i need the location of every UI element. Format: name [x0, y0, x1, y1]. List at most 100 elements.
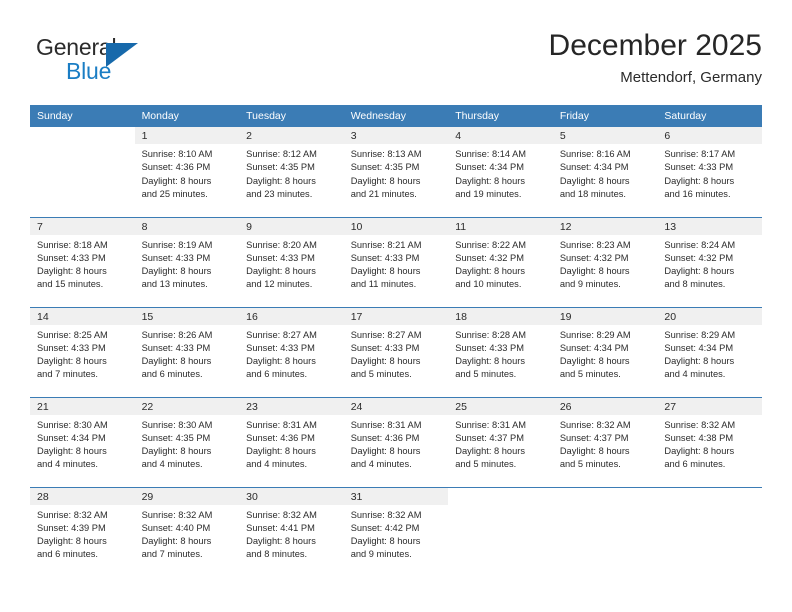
day-details: Sunrise: 8:13 AM Sunset: 4:35 PM Daylight:… [344, 144, 449, 201]
calendar-day-cell[interactable]: 18 Sunrise: 8:28 AM Sunset: 4:33 PM Dayligh… [448, 306, 553, 397]
day-daylight-text: and 19 minutes. [455, 188, 522, 199]
day-daylight-text: and 13 minutes. [141, 279, 208, 290]
calendar-day-cell[interactable]: 9 Sunrise: 8:20 AM Sunset: 4:33 PM Daylight… [239, 216, 344, 307]
calendar-day-cell[interactable]: 21 Sunrise: 8:30 AM Sunset: 4:34 PM Dayligh… [30, 396, 135, 487]
calendar-day-cell[interactable]: 8 Sunrise: 8:19 AM Sunset: 4:33 PM Daylight… [134, 216, 240, 307]
calendar-day-cell[interactable]: 22 Sunrise: 8:30 AM Sunset: 4:35 PM Dayligh… [134, 396, 240, 487]
day-number: 25 [448, 397, 553, 415]
calendar-day-cell[interactable]: 12 Sunrise: 8:23 AM Sunset: 4:32 PM Dayligh… [552, 216, 658, 307]
calendar-day-cell[interactable]: 11 Sunrise: 8:22 AM Sunset: 4:32 PM Dayligh… [448, 216, 553, 307]
day-details: Sunrise: 8:20 AM Sunset: 4:33 PM Daylight:… [239, 235, 344, 292]
calendar-day-cell-empty [552, 486, 658, 577]
day-daylight-text: Daylight: 8 hours [664, 175, 735, 186]
calendar-page: General Blue December 2025 Mettendorf, G… [0, 0, 792, 612]
day-daylight-text: and 8 minutes. [664, 279, 726, 290]
calendar-header-row: Sunday Monday Tuesday Wednesday Thursday… [30, 105, 762, 127]
page-title: December 2025 [548, 29, 762, 62]
day-sunset-text: Sunset: 4:37 PM [559, 432, 629, 443]
calendar-day-cell[interactable]: 28 Sunrise: 8:32 AM Sunset: 4:39 PM Dayligh… [30, 486, 135, 577]
day-daylight-text: Daylight: 8 hours [350, 446, 421, 457]
day-number: 11 [448, 217, 553, 235]
day-number: 8 [134, 217, 240, 235]
day-sunrise-text: Sunrise: 8:30 AM [37, 419, 108, 430]
page-header: General Blue December 2025 Mettendorf, G… [30, 28, 762, 98]
calendar-day-cell[interactable]: 5 Sunrise: 8:16 AM Sunset: 4:34 PM Daylight… [552, 127, 658, 217]
day-details: Sunrise: 8:12 AM Sunset: 4:35 PM Daylight:… [239, 144, 344, 201]
day-sunset-text: Sunset: 4:39 PM [37, 522, 106, 533]
day-number: 19 [552, 307, 658, 325]
day-sunset-text: Sunset: 4:33 PM [246, 252, 315, 263]
calendar-day-cell[interactable]: 10 Sunrise: 8:21 AM Sunset: 4:33 PM Dayligh… [343, 216, 449, 307]
calendar-day-cell[interactable]: 2 Sunrise: 8:12 AM Sunset: 4:35 PM Daylight… [239, 127, 344, 217]
calendar-day-cell[interactable]: 1 Sunrise: 8:10 AM Sunset: 4:36 PM Daylight… [134, 127, 240, 217]
day-sunset-text: Sunset: 4:34 PM [559, 162, 629, 173]
day-daylight-text: Daylight: 8 hours [559, 356, 630, 367]
calendar-day-cell[interactable]: 27 Sunrise: 8:32 AM Sunset: 4:38 PM Dayligh… [657, 396, 762, 487]
day-sunrise-text: Sunrise: 8:10 AM [141, 149, 213, 159]
calendar-day-cell[interactable]: 3 Sunrise: 8:13 AM Sunset: 4:35 PM Daylight… [343, 127, 449, 217]
day-daylight-text: and 5 minutes. [559, 459, 621, 470]
day-sunset-text: Sunset: 4:33 PM [246, 342, 315, 353]
calendar-day-cell[interactable]: 26 Sunrise: 8:32 AM Sunset: 4:37 PM Dayligh… [552, 396, 658, 487]
day-daylight-text: Daylight: 8 hours [455, 266, 526, 277]
day-sunset-text: Sunset: 4:35 PM [246, 162, 315, 173]
calendar-day-cell[interactable]: 19 Sunrise: 8:29 AM Sunset: 4:34 PM Dayligh… [552, 306, 658, 397]
calendar-day-cell[interactable]: 16 Sunrise: 8:27 AM Sunset: 4:33 PM Dayligh… [239, 306, 344, 397]
calendar-day-cell[interactable]: 6 Sunrise: 8:17 AM Sunset: 4:33 PM Daylight… [657, 127, 762, 217]
day-number: 16 [239, 307, 344, 325]
day-number: 14 [30, 307, 135, 325]
day-sunrise-text: Sunrise: 8:16 AM [559, 149, 631, 159]
day-daylight-text: and 9 minutes. [350, 549, 412, 560]
calendar-day-cell[interactable]: 7 Sunrise: 8:18 AM Sunset: 4:33 PM Daylight… [30, 216, 135, 307]
day-sunset-text: Sunset: 4:34 PM [37, 432, 106, 443]
calendar-day-cell[interactable]: 25 Sunrise: 8:31 AM Sunset: 4:37 PM Dayligh… [448, 396, 553, 487]
calendar-day-cell[interactable]: 30 Sunrise: 8:32 AM Sunset: 4:41 PM Dayligh… [239, 486, 344, 577]
day-daylight-text: and 6 minutes. [37, 549, 98, 560]
day-number [552, 487, 658, 505]
day-number: 12 [552, 217, 658, 235]
calendar-day-cell[interactable]: 29 Sunrise: 8:32 AM Sunset: 4:40 PM Dayligh… [134, 486, 240, 577]
day-daylight-text: Daylight: 8 hours [246, 446, 316, 457]
day-details [448, 505, 553, 509]
day-details: Sunrise: 8:32 AM Sunset: 4:42 PM Daylight:… [344, 505, 449, 562]
general-blue-logo[interactable]: General Blue [36, 34, 166, 90]
day-daylight-text: and 4 minutes. [664, 369, 726, 380]
day-number: 18 [448, 307, 553, 325]
day-sunrise-text: Sunrise: 8:27 AM [246, 329, 317, 340]
day-sunrise-text: Sunrise: 8:17 AM [664, 149, 736, 159]
calendar-day-cell[interactable]: 14 Sunrise: 8:25 AM Sunset: 4:33 PM Dayligh… [30, 306, 135, 397]
day-sunrise-text: Sunrise: 8:22 AM [455, 239, 527, 250]
day-sunset-text: Sunset: 4:33 PM [37, 342, 106, 353]
page-subtitle: Mettendorf, Germany [620, 69, 762, 86]
day-daylight-text: Daylight: 8 hours [455, 175, 526, 186]
day-daylight-text: and 18 minutes. [559, 188, 626, 199]
day-daylight-text: Daylight: 8 hours [141, 356, 212, 367]
day-sunrise-text: Sunrise: 8:32 AM [37, 509, 108, 520]
calendar-day-cell[interactable]: 23 Sunrise: 8:31 AM Sunset: 4:36 PM Dayligh… [239, 396, 344, 487]
calendar-day-cell[interactable]: 13 Sunrise: 8:24 AM Sunset: 4:32 PM Dayligh… [657, 216, 762, 307]
day-number: 20 [657, 307, 762, 325]
calendar-week-row: 28 Sunrise: 8:32 AM Sunset: 4:39 PM Dayligh… [30, 486, 762, 577]
calendar-day-cell[interactable]: 4 Sunrise: 8:14 AM Sunset: 4:34 PM Daylight… [448, 127, 553, 217]
calendar-day-cell[interactable]: 20 Sunrise: 8:29 AM Sunset: 4:34 PM Dayligh… [657, 306, 762, 397]
day-sunrise-text: Sunrise: 8:32 AM [141, 509, 213, 520]
day-daylight-text: and 4 minutes. [246, 459, 308, 470]
logo-text-general: General [36, 34, 117, 60]
calendar-day-cell[interactable]: 15 Sunrise: 8:26 AM Sunset: 4:33 PM Dayligh… [134, 306, 240, 397]
day-details: Sunrise: 8:32 AM Sunset: 4:41 PM Daylight:… [239, 505, 344, 562]
calendar-week-row: 1 Sunrise: 8:10 AM Sunset: 4:36 PM Daylight… [30, 127, 762, 217]
day-sunset-text: Sunset: 4:34 PM [559, 342, 629, 353]
calendar-day-cell[interactable]: 17 Sunrise: 8:27 AM Sunset: 4:33 PM Dayligh… [343, 306, 449, 397]
day-details: Sunrise: 8:16 AM Sunset: 4:34 PM Daylight:… [553, 144, 658, 201]
day-daylight-text: Daylight: 8 hours [664, 356, 735, 367]
calendar-day-cell[interactable]: 24 Sunrise: 8:31 AM Sunset: 4:36 PM Dayligh… [343, 396, 449, 487]
day-number [657, 487, 762, 505]
day-sunset-text: Sunset: 4:32 PM [455, 252, 524, 263]
day-daylight-text: and 5 minutes. [455, 459, 517, 470]
weekday-header-tuesday: Tuesday [239, 105, 344, 127]
day-sunrise-text: Sunrise: 8:32 AM [559, 419, 631, 430]
calendar-day-cell[interactable]: 31 Sunrise: 8:32 AM Sunset: 4:42 PM Dayligh… [343, 486, 449, 577]
day-details [657, 505, 762, 509]
day-details: Sunrise: 8:32 AM Sunset: 4:40 PM Daylight:… [135, 505, 240, 562]
day-sunrise-text: Sunrise: 8:32 AM [246, 509, 317, 520]
